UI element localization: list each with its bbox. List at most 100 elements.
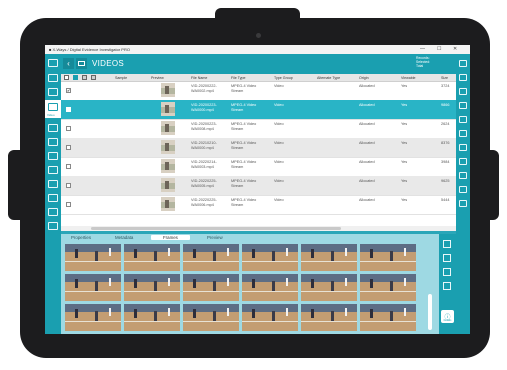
video-frame[interactable] bbox=[65, 274, 121, 301]
tool-globe-icon[interactable] bbox=[459, 186, 467, 193]
cell-type-group: Video bbox=[274, 198, 284, 202]
detail-save-icon[interactable] bbox=[443, 268, 451, 276]
tab-metadata[interactable]: Metadata bbox=[115, 235, 133, 240]
video-frame[interactable] bbox=[301, 244, 357, 271]
video-frame[interactable] bbox=[242, 274, 298, 301]
frames-scrollbar[interactable] bbox=[428, 294, 432, 330]
tab-frames[interactable]: Frames bbox=[151, 235, 190, 240]
column-file-type[interactable]: File Type bbox=[231, 76, 246, 80]
nav-report-icon[interactable] bbox=[48, 208, 58, 216]
nav-browser-icon[interactable] bbox=[48, 166, 58, 174]
tool-sort-icon[interactable] bbox=[459, 88, 467, 95]
video-frame[interactable] bbox=[242, 244, 298, 271]
video-frame[interactable] bbox=[183, 304, 239, 331]
cell-origin: Allocated bbox=[359, 84, 375, 88]
column-sample[interactable]: Sample bbox=[115, 76, 127, 80]
tool-bookmark-icon[interactable] bbox=[459, 130, 467, 137]
video-frame[interactable] bbox=[360, 304, 416, 331]
nav-settings-icon[interactable] bbox=[48, 222, 58, 230]
maximize-button[interactable]: ☐ bbox=[437, 46, 441, 52]
nav-location-icon[interactable] bbox=[48, 180, 58, 188]
video-frame[interactable] bbox=[65, 304, 121, 331]
nav-item-video[interactable]: Video bbox=[45, 100, 61, 118]
tool-columns-icon[interactable] bbox=[459, 172, 467, 179]
video-frame[interactable] bbox=[360, 274, 416, 301]
tag-column-icon[interactable] bbox=[82, 75, 87, 80]
video-frame[interactable] bbox=[124, 274, 180, 301]
tool-search-icon[interactable] bbox=[459, 102, 467, 109]
table-row[interactable]: VID-20220225- WA0005.mp4 MPEG-4 Video Stre… bbox=[61, 176, 456, 196]
row-checkbox[interactable] bbox=[66, 202, 71, 207]
table-row[interactable]: VID-20210210- WA0000.mp4 MPEG-4 Video Stre… bbox=[61, 138, 456, 158]
folder-button[interactable] bbox=[76, 58, 87, 69]
nav-chat-icon[interactable] bbox=[48, 152, 58, 160]
cell-type-group: Video bbox=[274, 122, 284, 126]
row-checkbox[interactable] bbox=[66, 107, 71, 112]
video-frame[interactable] bbox=[242, 304, 298, 331]
row-checkbox[interactable] bbox=[66, 183, 71, 188]
video-frame[interactable] bbox=[360, 244, 416, 271]
video-thumbnail bbox=[161, 140, 175, 154]
nav-pictures-icon[interactable] bbox=[48, 88, 58, 96]
tool-refresh-icon[interactable] bbox=[459, 158, 467, 165]
video-frame[interactable] bbox=[301, 274, 357, 301]
table-row[interactable]: VID-20200223- WA0008.mp4 MPEG-4 Video Stre… bbox=[61, 119, 456, 139]
row-checkbox[interactable] bbox=[66, 164, 71, 169]
cell-type-group: Video bbox=[274, 103, 284, 107]
nav-audio-icon[interactable] bbox=[48, 124, 58, 132]
tool-export-icon[interactable] bbox=[459, 60, 467, 67]
column-viewable[interactable]: Viewable bbox=[401, 76, 416, 80]
details-button[interactable]: ⓘ Details bbox=[441, 310, 454, 323]
tool-copy-icon[interactable] bbox=[459, 144, 467, 151]
video-frame[interactable] bbox=[124, 304, 180, 331]
column-alternate-type[interactable]: Alternate Type bbox=[317, 76, 340, 80]
close-window-button[interactable]: ✕ bbox=[453, 46, 457, 52]
video-icon bbox=[48, 103, 58, 111]
back-button[interactable]: ‹ bbox=[63, 58, 74, 69]
cell-size: 9625 bbox=[441, 179, 450, 183]
table-row[interactable]: ✔ VID-20200222- WA0002.mp4 MPEG-4 Video St… bbox=[61, 81, 456, 101]
cell-size: 8376 bbox=[441, 141, 450, 145]
table-row[interactable]: VID-20220214- WA0003.mp4 MPEG-4 Video Stre… bbox=[61, 157, 456, 177]
tab-properties[interactable]: Properties bbox=[71, 235, 91, 240]
select-all-checkbox[interactable] bbox=[64, 75, 69, 80]
bookmark-column-icon[interactable] bbox=[91, 75, 96, 80]
cell-type-group: Video bbox=[274, 160, 284, 164]
nav-documents-icon[interactable] bbox=[48, 74, 58, 82]
nav-tag-icon[interactable] bbox=[48, 194, 58, 202]
column-type-group[interactable]: Type Group bbox=[274, 76, 293, 80]
tool-filter-icon[interactable] bbox=[459, 74, 467, 81]
minimize-button[interactable]: — bbox=[420, 46, 425, 52]
detail-panel: Properties Metadata Frames Preview bbox=[61, 234, 439, 334]
video-frame[interactable] bbox=[65, 244, 121, 271]
video-frame[interactable] bbox=[183, 274, 239, 301]
cell-file-name: VID-20200223- WA0000.mp4 bbox=[191, 103, 217, 112]
column-preview[interactable]: Preview bbox=[151, 76, 164, 80]
detail-zoom-icon[interactable] bbox=[443, 240, 451, 248]
column-size[interactable]: Size bbox=[441, 76, 448, 80]
detail-grid-icon[interactable] bbox=[443, 282, 451, 290]
table-row-selected[interactable]: VID-20200223- WA0000.mp4 MPEG-4 Video Stre… bbox=[61, 100, 456, 120]
row-checkbox[interactable] bbox=[66, 145, 71, 150]
tab-preview[interactable]: Preview bbox=[207, 235, 223, 240]
detail-tool-rail: ⓘ Details bbox=[439, 234, 456, 334]
cell-file-name: VID-20220225- WA0005.mp4 bbox=[191, 179, 217, 188]
flag-column-icon[interactable] bbox=[73, 75, 78, 80]
nav-mail-icon[interactable] bbox=[48, 138, 58, 146]
video-frame[interactable] bbox=[183, 244, 239, 271]
tool-more-icon[interactable] bbox=[459, 200, 467, 207]
detail-export-icon[interactable] bbox=[443, 254, 451, 262]
frames-grid bbox=[65, 244, 417, 332]
row-checkbox[interactable] bbox=[66, 126, 71, 131]
video-frame[interactable] bbox=[124, 244, 180, 271]
cell-file-type: MPEG-4 Video Stream bbox=[231, 103, 257, 112]
tool-tag-icon[interactable] bbox=[459, 116, 467, 123]
row-checkbox[interactable]: ✔ bbox=[66, 88, 71, 93]
table-row[interactable]: VID-20220225- WA0006.mp4 MPEG-4 Video Stre… bbox=[61, 195, 456, 215]
cell-file-type: MPEG-4 Video Stream bbox=[231, 160, 257, 169]
column-file-name[interactable]: File Name bbox=[191, 76, 207, 80]
video-frame[interactable] bbox=[301, 304, 357, 331]
right-tool-rail bbox=[456, 54, 470, 334]
nav-back-icon[interactable] bbox=[48, 59, 58, 67]
column-origin[interactable]: Origin bbox=[359, 76, 369, 80]
